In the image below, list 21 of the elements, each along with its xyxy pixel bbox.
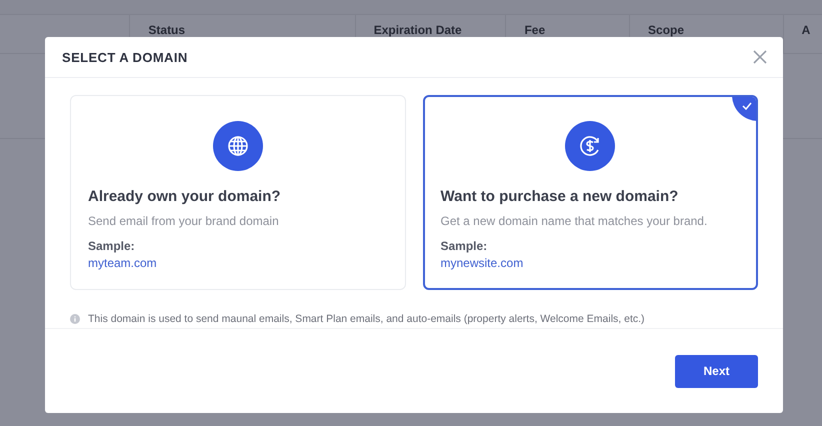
sample-label: Sample:	[440, 239, 488, 253]
dialog-title: SELECT A DOMAIN	[62, 50, 188, 64]
option-title: Want to purchase a new domain?	[440, 188, 678, 205]
info-icon	[70, 314, 80, 324]
close-icon[interactable]	[753, 50, 767, 64]
column-header: Expiration Date	[374, 23, 462, 37]
option-description: Get a new domain name that matches your brand.	[440, 214, 708, 228]
option-description: Send email from your brand domain	[88, 214, 279, 228]
column-header: Scope	[648, 23, 684, 37]
next-button[interactable]: Next	[675, 354, 758, 388]
option-card[interactable]: Already own your domain? Send email from your brand domain Sample: myteam.com	[70, 95, 406, 290]
sample-domain: mynewsite.com	[440, 256, 524, 270]
option-title: Already own your domain?	[88, 188, 281, 205]
option-card[interactable]: Want to purchase a new domain? Get a new domain name that matches your brand. Sample: mynewsite.com	[422, 95, 758, 290]
sample-domain: myteam.com	[88, 256, 157, 270]
column-header: Fee	[524, 23, 546, 37]
info-note: This domain is used to send maunal emails, Smart Plan emails, and auto-emails (property alerts, Welcome Emails, etc.)	[88, 313, 645, 325]
column-header: A	[802, 23, 810, 37]
globe-icon	[212, 121, 263, 171]
sample-label: Sample:	[88, 239, 135, 253]
column-header: Status	[148, 23, 186, 37]
